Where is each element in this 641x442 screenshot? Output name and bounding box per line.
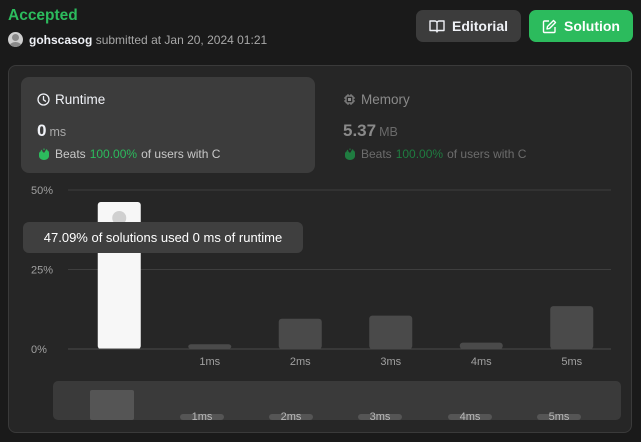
overview-tick-label: 1ms	[192, 411, 213, 423]
overview-tick-label: 5ms	[549, 411, 570, 423]
overview-tick-label: 2ms	[281, 411, 302, 423]
overview-tick-label: 4ms	[460, 411, 481, 423]
overview-bar	[90, 390, 134, 420]
overview-mini-chart: 1ms 2ms 3ms 4ms 5ms	[90, 390, 581, 423]
overview-tick-label: 3ms	[370, 411, 391, 423]
